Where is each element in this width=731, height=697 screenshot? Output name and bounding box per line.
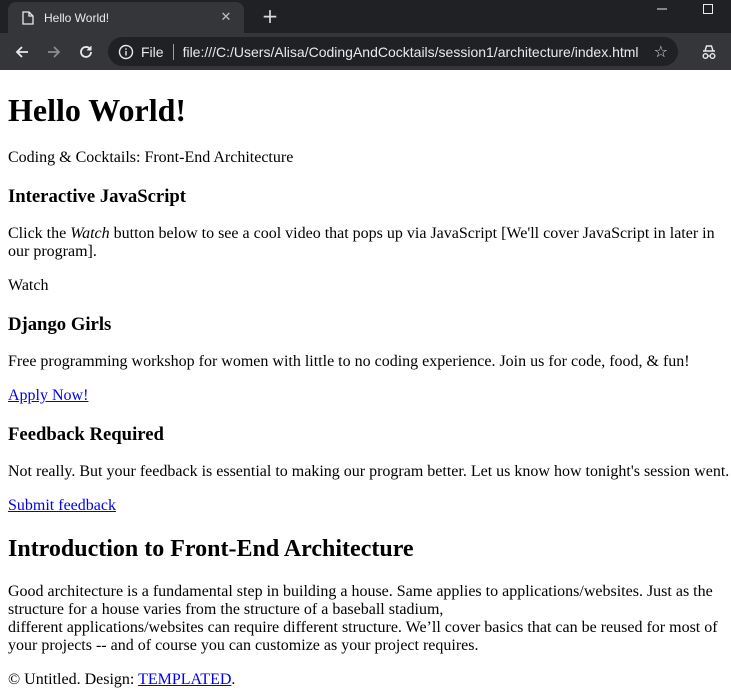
maximize-button[interactable] [685, 0, 731, 30]
close-tab-icon[interactable]: ✕ [218, 10, 234, 25]
js-text-watch-emphasis: Watch [70, 225, 110, 242]
scheme-label: File [141, 43, 164, 60]
footer-text: © Untitled. Design: [8, 671, 139, 688]
js-text-after: button below to see a cool video that po… [8, 225, 715, 260]
intro-text-line1: Good architecture is a fundamental step … [8, 583, 713, 618]
window-controls [639, 0, 731, 30]
forward-arrow-icon [48, 45, 61, 58]
intro-text-line2: different applications/websites can requ… [8, 619, 718, 654]
django-section-text: Free programming workshop for women with… [8, 353, 690, 370]
footer: © Untitled. Design: TEMPLATED. [8, 671, 723, 689]
browser-toolbar: File file:///C:/Users/Alisa/CodingAndCoc… [0, 33, 731, 70]
tab-strip: Hello World! ✕ + [0, 0, 731, 33]
forward-button[interactable] [38, 36, 70, 68]
page-content: Hello World! Coding & Cocktails: Front-E… [0, 92, 731, 689]
omnibox-divider [172, 43, 174, 60]
back-arrow-icon [15, 45, 28, 58]
reload-button[interactable] [70, 36, 102, 68]
address-bar[interactable]: File file:///C:/Users/Alisa/CodingAndCoc… [108, 37, 678, 66]
js-section-heading: Interactive JavaScript [8, 186, 187, 207]
feedback-paragraph: Submit feedback [8, 497, 723, 515]
feedback-section-heading: Feedback Required [8, 424, 164, 445]
django-section-heading: Django Girls [8, 314, 112, 335]
back-button[interactable] [6, 36, 38, 68]
templated-link[interactable]: TEMPLATED [138, 671, 231, 688]
intro-section-text: Good architecture is a fundamental step … [8, 583, 723, 655]
info-icon[interactable] [118, 44, 134, 60]
submit-feedback-link[interactable]: Submit feedback [8, 497, 116, 514]
intro-section-heading: Introduction to Front-End Architecture [8, 536, 414, 562]
page-title: Hello World! [8, 92, 187, 128]
document-icon [22, 10, 34, 25]
incognito-icon[interactable] [699, 42, 719, 62]
watch-button[interactable]: Watch [8, 277, 723, 295]
browser-chrome: Hello World! ✕ + File file:///C:/Users/A… [0, 0, 731, 70]
js-text-before: Click the [8, 225, 71, 242]
apply-paragraph: Apply Now! [8, 387, 723, 405]
browser-tab[interactable]: Hello World! ✕ [8, 2, 244, 33]
apply-now-link[interactable]: Apply Now! [8, 387, 88, 404]
js-section-text: Click the Watch button below to see a co… [8, 225, 723, 261]
footer-period: . [231, 671, 236, 688]
page-subtitle: Coding & Cocktails: Front-End Architectu… [8, 149, 294, 166]
new-tab-button[interactable]: + [258, 4, 282, 28]
bookmark-star-icon[interactable]: ☆ [654, 42, 668, 61]
feedback-section-text: Not really. But your feedback is essenti… [8, 463, 730, 480]
minimize-button[interactable] [639, 0, 685, 30]
tab-title: Hello World! [44, 10, 110, 25]
url-text[interactable]: file:///C:/Users/Alisa/CodingAndCocktail… [183, 44, 654, 60]
reload-icon [80, 45, 92, 58]
